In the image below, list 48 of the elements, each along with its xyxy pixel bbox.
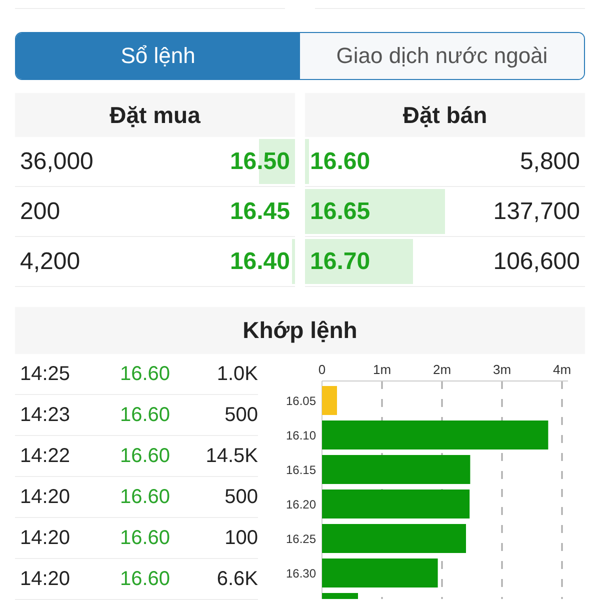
bid-price: 16.40 — [228, 248, 291, 276]
axis-tick-label: 4m — [552, 362, 572, 377]
price-level-label: 16.25 — [286, 532, 316, 546]
trade-volume: 100 — [224, 526, 258, 550]
bid-price: 16.45 — [228, 198, 291, 226]
ask-price: 16.60 — [309, 148, 372, 176]
axis-tick-label: 3m — [492, 362, 512, 377]
trade-price: 16.60 — [118, 362, 172, 386]
price-level-label: 16.15 — [286, 463, 316, 477]
bid-volume: 200 — [19, 198, 62, 226]
volume-bar — [322, 386, 337, 415]
trade-volume: 1.0K — [216, 362, 258, 386]
axis-tick-label: 0 — [318, 362, 326, 377]
matched-header: Khớp lệnh — [15, 307, 585, 354]
axis-tick-label: 1m — [372, 362, 392, 377]
trade-time: 14:25 — [19, 362, 72, 386]
bid-volume: 36,000 — [19, 148, 94, 176]
trade-volume: 14.5K — [204, 444, 258, 468]
trade-price: 16.60 — [118, 568, 172, 590]
ask-price: 16.65 — [309, 198, 372, 226]
trade-price: 16.60 — [118, 486, 172, 508]
bid-volume: 4,200 — [19, 248, 82, 276]
price-level-label: 16.30 — [286, 566, 316, 580]
trade-price: 16.60 — [118, 404, 172, 426]
volume-bar — [322, 593, 358, 599]
tab[interactable]: Sổ lệnh — [16, 33, 300, 79]
ask-volume: 5,800 — [518, 148, 581, 176]
bid-header: Đặt mua — [15, 93, 295, 137]
tab[interactable]: Giao dịch nước ngoài — [300, 33, 584, 79]
trade-time: 14:20 — [19, 568, 72, 590]
ask-price: 16.70 — [309, 248, 372, 276]
trade-time: 14:20 — [19, 486, 72, 508]
trade-volume: 500 — [224, 404, 258, 426]
bid-price: 16.50 — [228, 148, 291, 176]
price-level-label: 16.05 — [286, 394, 316, 408]
trade-price: 16.60 — [118, 444, 172, 468]
trade-volume: 500 — [224, 486, 258, 508]
trade-time: 14:23 — [19, 404, 72, 426]
axis-tick-label: 2m — [432, 362, 452, 377]
ask-volume: 106,600 — [492, 248, 581, 276]
ask-volume: 137,700 — [492, 198, 581, 226]
ask-header: Đặt bán — [305, 93, 585, 137]
trade-volume: 6.6K — [216, 568, 258, 590]
trade-time: 14:22 — [19, 444, 72, 468]
price-level-label: 16.10 — [286, 428, 316, 442]
trade-time: 14:20 — [19, 526, 72, 550]
price-level-label: 16.20 — [286, 498, 316, 512]
trade-price: 16.60 — [118, 526, 172, 550]
